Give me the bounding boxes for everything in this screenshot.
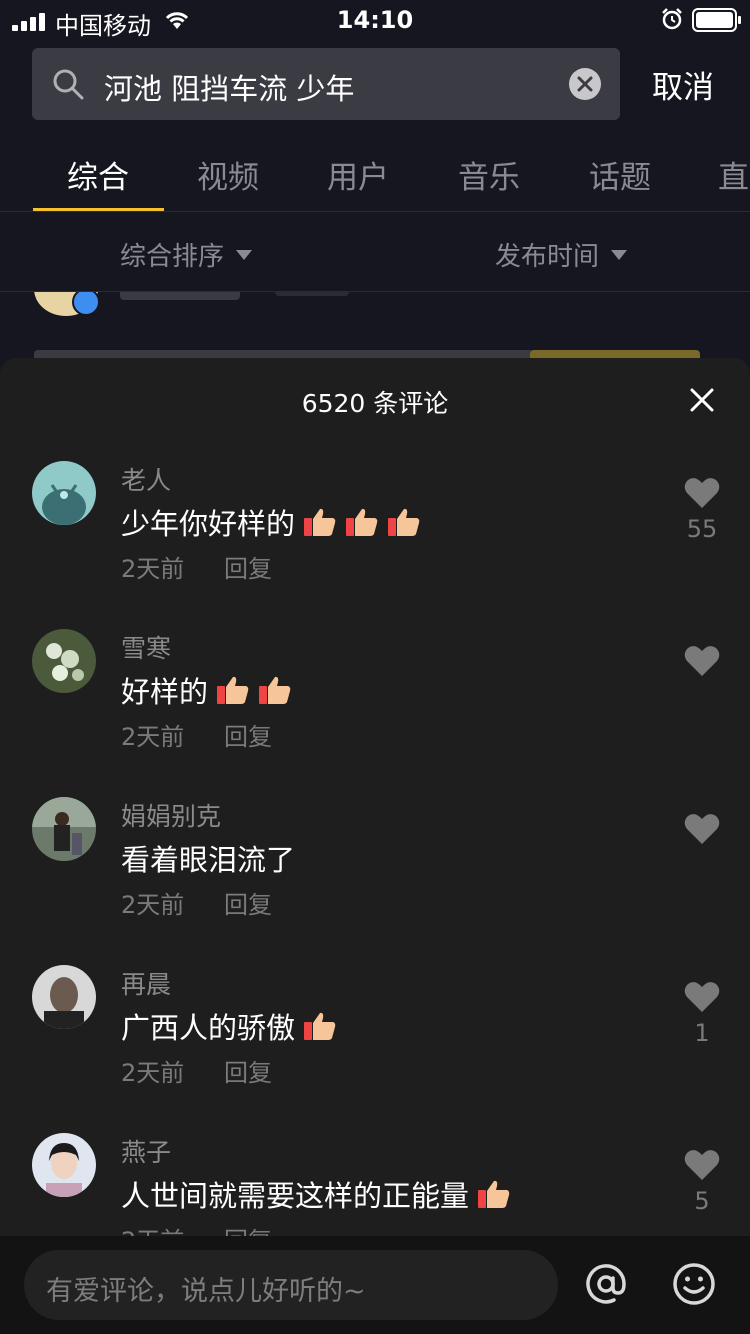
comment-input[interactable]: 有爱评论，说点儿好听的~ [24,1250,558,1320]
comment-author[interactable]: 娟娟别克 [121,797,221,833]
tab-general[interactable]: 综合 [33,152,163,197]
tab-topic[interactable]: 话题 [555,152,685,197]
comment-time: 2天前 [121,555,185,583]
comment-body: 广西人的骄傲 [121,1011,296,1045]
comment-input-bar: 有爱评论，说点儿好听的~ [0,1236,750,1334]
comment-text: 好样的 [121,669,292,711]
like-count: 1 [694,1019,710,1047]
comment-author[interactable]: 燕子 [121,1133,171,1169]
comment-time: 2天前 [121,1059,185,1087]
comment-item: 娟娟别克 看着眼泪流了 2天前 回复 [0,797,750,965]
verified-icon [72,292,100,316]
post-time-placeholder [275,292,349,296]
alarm-icon [662,8,682,30]
heart-icon[interactable] [684,1149,720,1181]
search-input[interactable]: 河池 阻挡车流 少年 [104,66,354,108]
thumbs-up-icon [478,1180,510,1208]
author-name-placeholder [120,292,240,300]
heart-icon[interactable] [684,981,720,1013]
sort-label: 综合排序 [120,242,225,272]
status-bar: 中国移动 14:10 [0,0,750,40]
comment-text: 广西人的骄傲 [121,1005,337,1047]
sort-row: 综合排序 发布时间 [0,212,750,292]
thumbs-up-icon [388,508,420,536]
thumbs-up-icon [259,676,291,704]
comment-body: 看着眼泪流了 [121,843,296,877]
heart-icon[interactable] [684,477,720,509]
comment-item: 再晨 广西人的骄傲 2天前 回复 1 [0,965,750,1133]
tab-music[interactable]: 音乐 [424,152,554,197]
search-icon [53,69,84,100]
like-count: 55 [686,515,718,543]
comment-author[interactable]: 再晨 [121,965,171,1001]
avatar[interactable] [32,965,96,1029]
publish-time-dropdown[interactable]: 发布时间 [495,236,628,273]
battery-icon [692,8,741,32]
tab-user[interactable]: 用户 [293,152,423,197]
cancel-button[interactable]: 取消 [652,62,714,107]
avatar[interactable] [32,1133,96,1197]
comments-count-title: 6520 条评论 [301,389,449,418]
comment-item: 老人 少年你好样的 2天前 回复 55 [0,461,750,629]
close-icon[interactable] [688,386,716,414]
comment-time: 2天前 [121,891,185,919]
heart-icon[interactable] [684,645,720,677]
tab-live[interactable]: 直 [685,152,749,197]
search-bar[interactable]: 河池 阻挡车流 少年 [32,48,620,120]
background-video-result [0,292,750,362]
thumbs-up-icon [217,676,249,704]
avatar[interactable] [32,629,96,693]
thumbs-up-icon [304,1012,336,1040]
comment-author[interactable]: 老人 [121,461,171,497]
comment-input-placeholder: 有爱评论，说点儿好听的~ [46,1276,366,1307]
avatar[interactable] [32,461,96,525]
heart-icon[interactable] [684,813,720,845]
chevron-down-icon [611,249,628,260]
comment-item: 雪寒 好样的 2天前 回复 [0,629,750,797]
comment-text: 人世间就需要这样的正能量 [121,1173,511,1215]
reply-button[interactable]: 回复 [224,717,272,752]
avatar[interactable] [32,797,96,861]
comment-body: 少年你好样的 [121,507,296,541]
emoji-icon[interactable] [672,1262,716,1306]
comments-sheet: 6520 条评论 老人 少年你好样的 2天前 回复 55 雪寒 好样的 2天前 … [0,358,750,1334]
reply-button[interactable]: 回复 [224,549,272,584]
comment-body: 好样的 [121,675,209,709]
at-mention-icon[interactable] [584,1262,628,1306]
chevron-down-icon [236,249,253,260]
reply-button[interactable]: 回复 [224,1053,272,1088]
clock: 14:10 [336,6,414,34]
sort-dropdown[interactable]: 综合排序 [120,236,253,273]
thumbs-up-icon [304,508,336,536]
comment-author[interactable]: 雪寒 [121,629,171,665]
clear-search-icon[interactable] [569,68,601,100]
result-tabs: 综合 视频 用户 音乐 话题 直 [0,140,750,212]
comment-body: 人世间就需要这样的正能量 [121,1179,470,1213]
publish-time-label: 发布时间 [495,242,600,272]
tab-video[interactable]: 视频 [163,152,293,197]
comment-text: 少年你好样的 [121,501,421,543]
like-count: 5 [694,1187,710,1215]
comment-time: 2天前 [121,723,185,751]
comment-text: 看着眼泪流了 [121,837,295,879]
thumbs-up-icon [346,508,378,536]
reply-button[interactable]: 回复 [224,885,272,920]
